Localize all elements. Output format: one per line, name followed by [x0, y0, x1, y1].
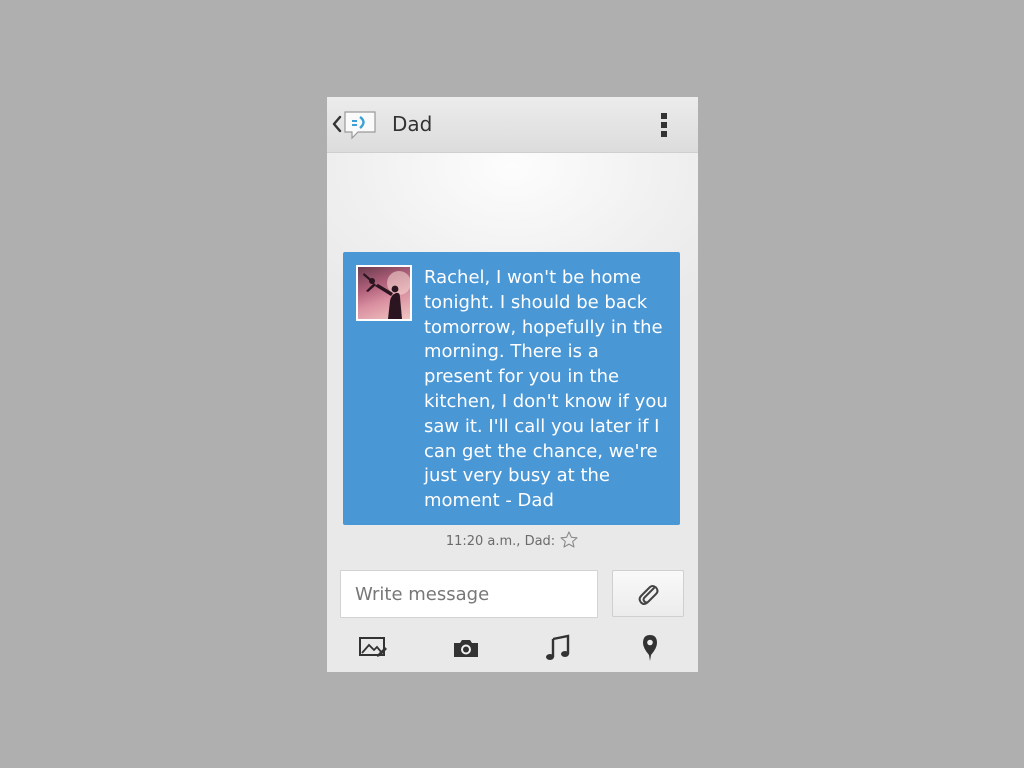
- paperclip-icon: [638, 585, 659, 605]
- message-timestamp: 11:20 a.m., Dad:: [445, 534, 556, 549]
- take-photo-button[interactable]: [450, 632, 482, 664]
- messaging-app-icon[interactable]: [342, 109, 378, 141]
- action-bar: Dad: [327, 97, 698, 153]
- compose-field[interactable]: [340, 570, 598, 618]
- avatar-silhouette-icon: [363, 271, 410, 319]
- message-meta: 11:20 a.m., Dad:: [327, 531, 698, 553]
- insert-location-button[interactable]: [634, 632, 666, 664]
- overflow-menu-icon[interactable]: [657, 111, 671, 139]
- insert-picture-button[interactable]: [357, 632, 389, 664]
- conversation-title: Dad: [392, 112, 433, 136]
- music-note-icon: [546, 634, 570, 660]
- avatar[interactable]: [356, 265, 412, 321]
- messaging-screen: Dad Rachel, I won't be home tonight. I s…: [327, 97, 698, 672]
- picture-icon: [359, 637, 387, 657]
- camera-icon: [454, 640, 478, 657]
- star-icon[interactable]: [559, 530, 579, 550]
- attach-button[interactable]: [612, 570, 684, 617]
- message-input[interactable]: [341, 571, 597, 617]
- insert-audio-button[interactable]: [542, 632, 574, 664]
- location-pin-icon: [643, 635, 657, 661]
- message-text: Rachel, I won't be home tonight. I shoul…: [424, 267, 668, 512]
- message-bubble[interactable]: Rachel, I won't be home tonight. I shoul…: [343, 252, 680, 525]
- attachment-toolbar: [327, 625, 698, 672]
